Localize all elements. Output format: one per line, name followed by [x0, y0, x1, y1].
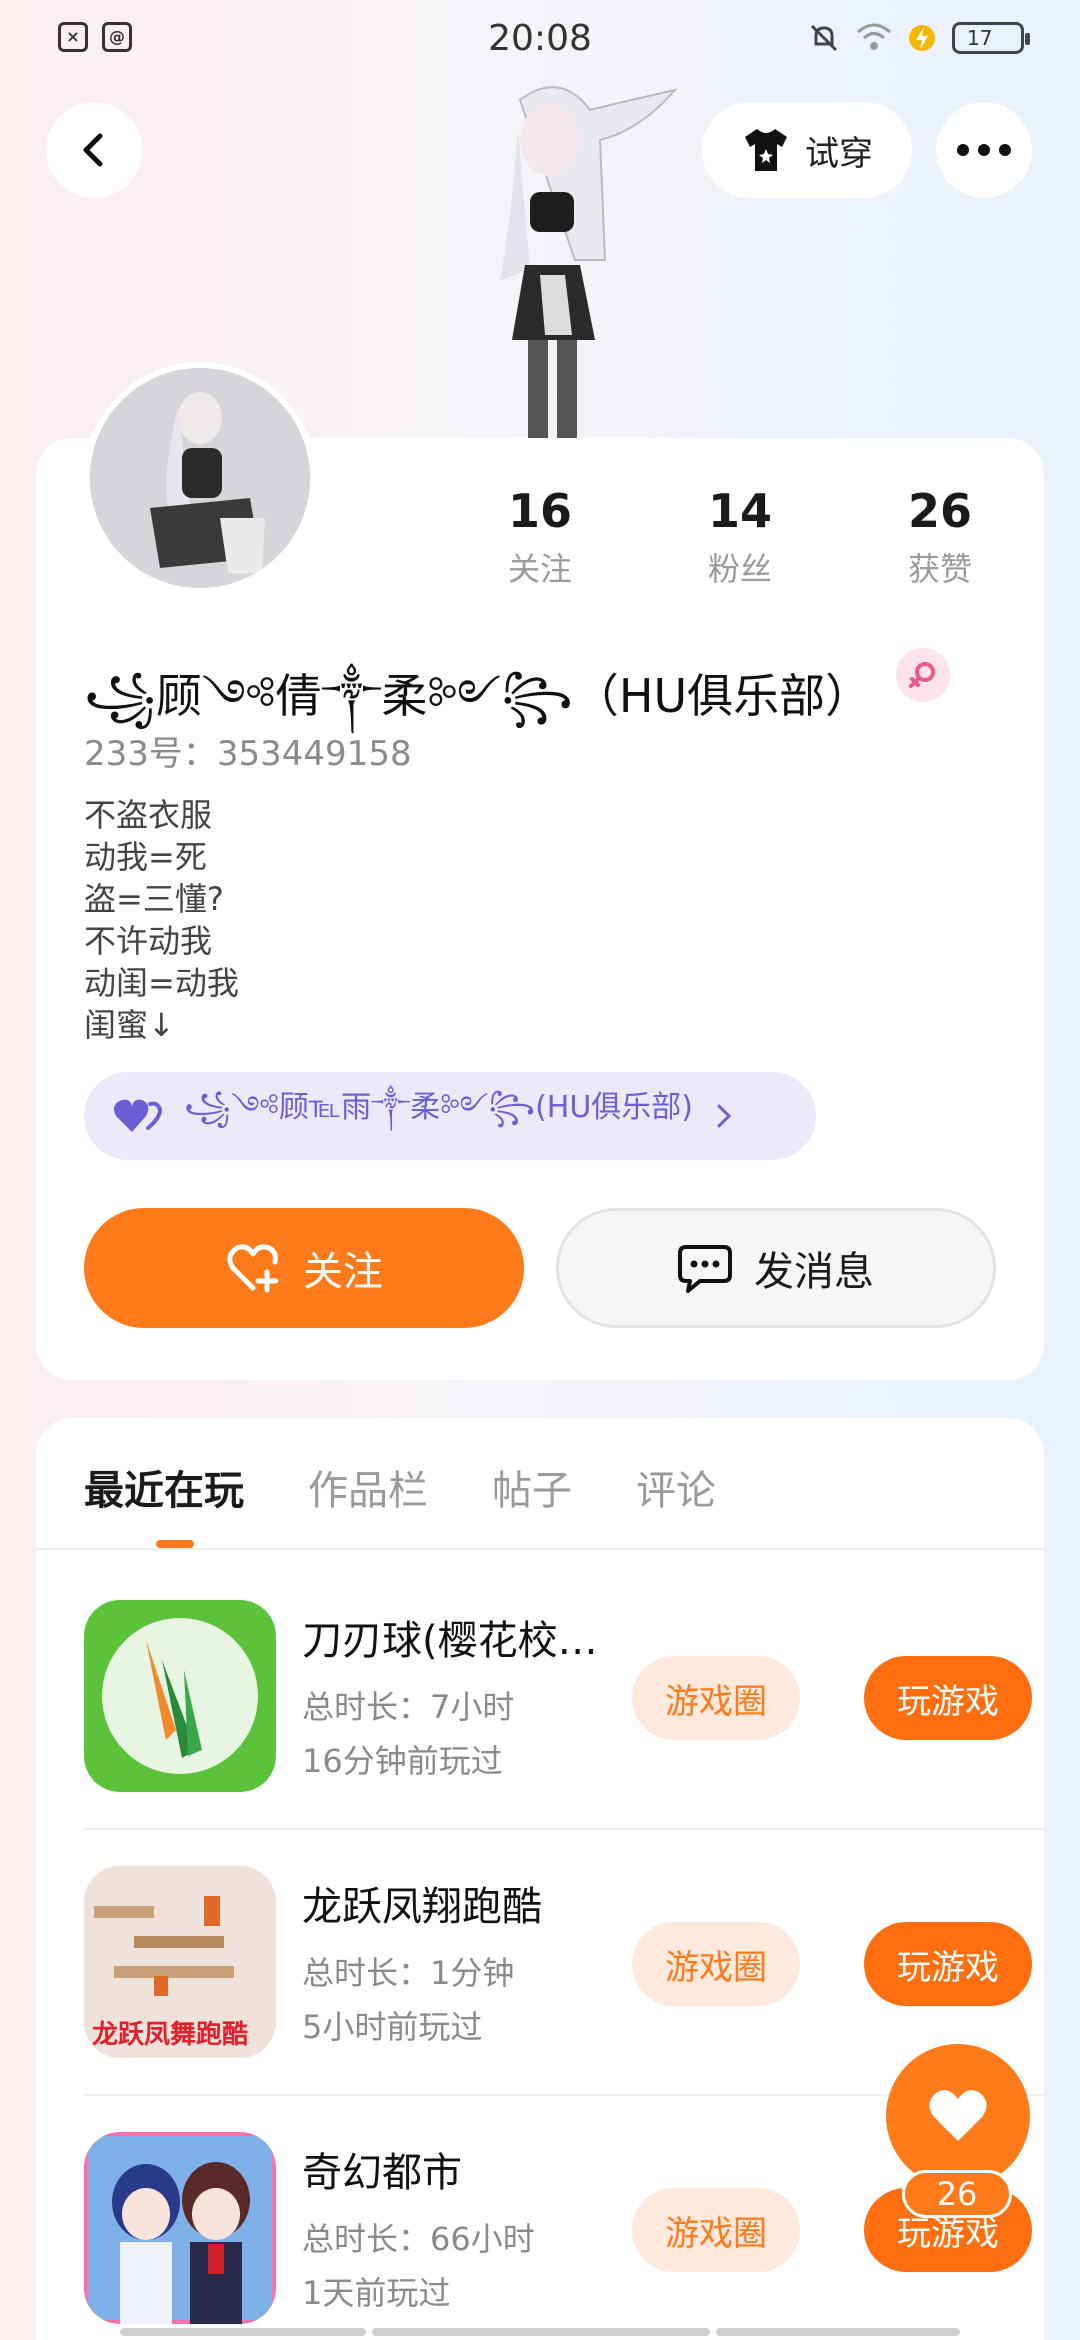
- status-right-icons: 17: [808, 22, 1030, 54]
- user-id: 233号：353449158: [84, 734, 412, 774]
- tab-posts[interactable]: 帖子: [492, 1458, 572, 1516]
- like-count-badge: 26: [902, 2170, 1012, 2218]
- home-indicator-segment: [716, 2328, 960, 2336]
- back-button[interactable]: [46, 102, 142, 198]
- floating-like-button[interactable]: [886, 2044, 1030, 2188]
- try-on-label: 试穿: [805, 133, 873, 174]
- tab-works[interactable]: 作品栏: [308, 1458, 428, 1516]
- double-heart-icon: [114, 1099, 163, 1132]
- bio-line: 盗=三懂?: [84, 880, 224, 918]
- bio-line: 动闺=动我: [84, 964, 239, 1002]
- follow-label: 关注: [303, 1249, 383, 1295]
- bio: 不盗衣服 动我=死 盗=三懂? 不许动我 动闺=动我 闺蜜↓: [84, 794, 239, 1046]
- game-icon: [84, 2132, 276, 2324]
- tab-bar: 最近在玩 作品栏 帖子 评论: [84, 1458, 716, 1516]
- stats-row: 16 关注 14 粉丝 26 获赞: [440, 484, 1040, 590]
- game-title: 奇幻都市: [302, 2150, 462, 2196]
- game-icon: [84, 1600, 276, 1792]
- female-gender-icon: [896, 648, 950, 702]
- game-icon-caption: 龙跃凤舞跑酷: [92, 2020, 249, 2050]
- bestie-name: ꧁༺顾℡雨༒柔༻꧂(HU俱乐部): [184, 1090, 693, 1125]
- chevron-right-icon: [717, 1104, 732, 1128]
- bio-line: 不盗衣服: [84, 796, 213, 834]
- game-circle-button[interactable]: 游戏圈: [632, 1656, 800, 1740]
- bio-line: 不许动我: [84, 922, 213, 960]
- game-duration: 总时长：66小时: [302, 2220, 535, 2258]
- chevron-left-icon: [83, 133, 103, 167]
- tab-divider: [36, 1548, 1044, 1550]
- game-title: 龙跃凤翔跑酷: [302, 1884, 542, 1930]
- stat-value: 26: [907, 484, 972, 538]
- home-indicator-segment: [372, 2328, 710, 2336]
- home-indicator-segment: [120, 2328, 366, 2336]
- stat-label: 获赞: [907, 550, 972, 588]
- bio-line: 动我=死: [84, 838, 207, 876]
- stat-following[interactable]: 16 关注: [440, 484, 640, 590]
- game-last-played: 5小时前玩过: [302, 2008, 483, 2046]
- avatar-image: [90, 368, 310, 588]
- heart-plus-icon: [227, 1244, 279, 1293]
- stat-followers[interactable]: 14 粉丝: [640, 484, 840, 590]
- avatar[interactable]: [84, 362, 316, 594]
- play-game-button[interactable]: 玩游戏: [864, 1656, 1032, 1740]
- game-circle-button[interactable]: 游戏圈: [632, 1922, 800, 2006]
- message-button[interactable]: 发消息: [556, 1208, 996, 1328]
- tab-recently-played[interactable]: 最近在玩: [84, 1458, 244, 1516]
- character-figure: [500, 86, 678, 440]
- heart-icon: [929, 2090, 987, 2141]
- wifi-icon: [857, 23, 891, 50]
- bio-line: 闺蜜↓: [84, 1006, 175, 1044]
- try-on-button[interactable]: 试穿: [702, 102, 912, 198]
- game-icon: 龙跃凤舞跑酷: [84, 1866, 276, 2058]
- message-label: 发消息: [754, 1249, 874, 1295]
- tshirt-icon: [745, 129, 787, 171]
- stat-likes[interactable]: 26 获赞: [840, 484, 1040, 590]
- status-bar: × @ 20:08 17: [0, 0, 1080, 84]
- tab-indicator: [156, 1540, 194, 1548]
- game-duration: 总时长：7小时: [302, 1688, 515, 1726]
- game-list-item[interactable]: 刀刃球(樱花校园版) 总时长：7小时 16分钟前玩过 游戏圈 玩游戏: [84, 1552, 1044, 1818]
- game-circle-button[interactable]: 游戏圈: [632, 2188, 800, 2272]
- content-card: 最近在玩 作品栏 帖子 评论 刀刃球(樱花校园版) 总时长：7小时 16分钟前玩…: [36, 1418, 1044, 2340]
- stat-value: 14: [707, 484, 772, 538]
- bestie-link[interactable]: ꧁༺顾℡雨༒柔༻꧂(HU俱乐部): [84, 1072, 816, 1160]
- game-last-played: 1天前玩过: [302, 2274, 451, 2312]
- charging-icon: [909, 25, 935, 51]
- chat-bubble-icon: [678, 1245, 732, 1293]
- play-game-button[interactable]: 玩游戏: [864, 1922, 1032, 2006]
- follow-button[interactable]: 关注: [84, 1208, 524, 1328]
- more-dots-icon: [957, 144, 1011, 156]
- game-title: 刀刃球(樱花校园版): [302, 1618, 632, 1664]
- game-list-item[interactable]: 龙跃凤舞跑酷 龙跃凤翔跑酷 总时长：1分钟 5小时前玩过 游戏圈 玩游戏: [84, 1818, 1044, 2084]
- mute-icon: [810, 24, 838, 52]
- tab-comments[interactable]: 评论: [636, 1458, 716, 1516]
- game-last-played: 16分钟前玩过: [302, 1742, 503, 1780]
- stat-value: 16: [507, 484, 572, 538]
- battery-indicator: 17: [952, 22, 1030, 54]
- more-button[interactable]: [936, 102, 1032, 198]
- stat-label: 关注: [507, 550, 572, 588]
- stat-label: 粉丝: [707, 550, 772, 588]
- game-duration: 总时长：1分钟: [302, 1954, 515, 1992]
